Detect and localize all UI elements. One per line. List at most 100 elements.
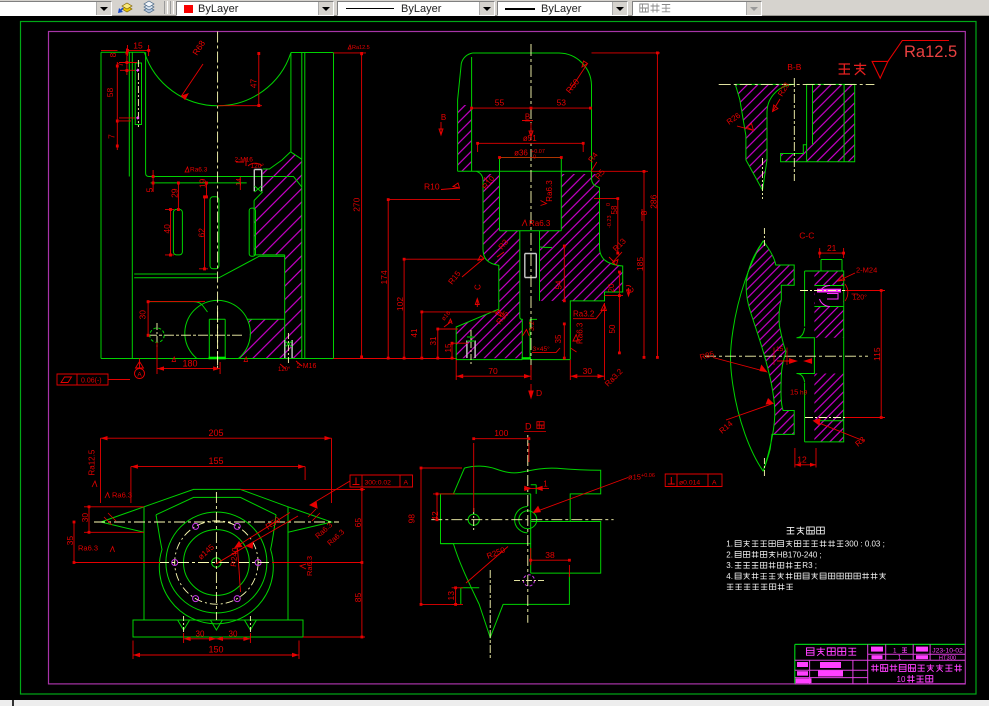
svg-text:HT300: HT300 [939, 655, 956, 661]
svg-text:5: 5 [145, 187, 155, 192]
svg-text:2-M24: 2-M24 [856, 266, 877, 275]
svg-text:1: 1 [893, 647, 897, 654]
svg-text:Ra6.3: Ra6.3 [529, 219, 551, 228]
svg-text:Ra6.3: Ra6.3 [190, 167, 208, 174]
svg-text:h9: h9 [800, 390, 808, 397]
svg-text:98: 98 [407, 514, 417, 524]
svg-text:A: A [137, 371, 142, 378]
svg-text:15: 15 [133, 41, 143, 51]
svg-text:-0.23: -0.23 [607, 215, 613, 228]
svg-text:30: 30 [138, 310, 148, 320]
svg-text:C: C [627, 287, 636, 293]
svg-text:C: C [474, 284, 483, 290]
svg-text:155: 155 [208, 456, 223, 466]
svg-text:30: 30 [583, 366, 593, 376]
svg-text:R3 ;: R3 ; [802, 561, 817, 570]
svg-text:ø36: ø36 [514, 149, 528, 158]
svg-text:ø0.014: ø0.014 [679, 479, 700, 486]
svg-text:30: 30 [80, 513, 90, 523]
svg-text:Ra6.3: Ra6.3 [305, 556, 314, 576]
svg-text:0: 0 [606, 203, 612, 206]
svg-text:120°: 120° [251, 162, 265, 170]
svg-text:20: 20 [607, 283, 616, 292]
svg-text:3.2: 3.2 [529, 321, 536, 331]
svg-text:Ra12.5: Ra12.5 [87, 449, 96, 475]
svg-text:0: 0 [533, 155, 536, 161]
svg-text:HB170-240 ;: HB170-240 ; [777, 550, 822, 559]
svg-text:55: 55 [495, 98, 505, 108]
svg-text:41: 41 [410, 328, 419, 337]
svg-text:30: 30 [196, 630, 205, 639]
svg-text:205: 205 [208, 428, 223, 438]
svg-text:D: D [536, 388, 542, 398]
svg-text:Ra6.3: Ra6.3 [545, 180, 554, 202]
svg-text:12: 12 [797, 455, 807, 465]
svg-text:8: 8 [108, 52, 118, 57]
svg-text:180: 180 [182, 359, 197, 369]
svg-text:A: A [404, 480, 409, 487]
svg-text:A: A [712, 479, 717, 486]
svg-text:Ra6.3: Ra6.3 [112, 491, 132, 500]
svg-text:ø15: ø15 [628, 473, 641, 482]
svg-text:47: 47 [249, 79, 259, 89]
svg-text:C-C: C-C [799, 231, 814, 241]
svg-text:21: 21 [827, 243, 837, 253]
svg-text:3.: 3. [726, 561, 733, 570]
svg-text:54: 54 [555, 280, 564, 289]
svg-text:150: 150 [208, 645, 223, 655]
svg-text:286: 286 [648, 194, 658, 208]
svg-text:1.: 1. [726, 540, 733, 549]
svg-text:4.: 4. [726, 572, 733, 581]
svg-text:Ra12.5: Ra12.5 [904, 43, 957, 61]
svg-text:1: 1 [898, 655, 902, 662]
svg-text:15: 15 [444, 343, 453, 352]
svg-text:38: 38 [545, 550, 555, 560]
svg-text:2-M16: 2-M16 [297, 363, 317, 370]
svg-text:2.: 2. [726, 550, 733, 559]
svg-text:7: 7 [107, 134, 117, 139]
svg-text:Ra6.3: Ra6.3 [576, 322, 585, 344]
svg-text:42: 42 [430, 511, 440, 521]
svg-text:120°: 120° [278, 367, 291, 373]
svg-text:13: 13 [446, 591, 456, 601]
svg-text:174: 174 [379, 270, 389, 284]
svg-text:Ra3.2: Ra3.2 [573, 310, 595, 319]
svg-text:Ra12.5: Ra12.5 [352, 45, 370, 51]
svg-text:120°: 120° [853, 294, 868, 302]
svg-text:270: 270 [352, 197, 362, 211]
svg-text:102: 102 [395, 297, 405, 311]
svg-text:15: 15 [776, 346, 784, 353]
svg-text:300:0.02: 300:0.02 [365, 480, 392, 487]
svg-text:300 : 0.03 ;: 300 : 0.03 ; [845, 540, 885, 549]
svg-text:D: D [525, 422, 532, 432]
svg-text:65: 65 [353, 518, 363, 528]
svg-text:58: 58 [105, 88, 115, 98]
svg-text:10: 10 [897, 675, 906, 684]
svg-text:70: 70 [488, 366, 498, 376]
svg-text:R240: R240 [229, 547, 240, 567]
svg-text:+0.06: +0.06 [641, 473, 655, 479]
svg-text:0.06(-): 0.06(-) [81, 378, 102, 385]
svg-text:7: 7 [115, 62, 125, 67]
svg-text:35: 35 [554, 334, 563, 343]
svg-text:B: B [525, 113, 530, 122]
svg-text:31: 31 [429, 336, 438, 345]
svg-text:115: 115 [872, 347, 882, 361]
svg-text:Ra6.3: Ra6.3 [78, 544, 98, 553]
svg-text:62: 62 [197, 228, 207, 238]
svg-text:15: 15 [790, 388, 798, 397]
svg-text:B-B: B-B [787, 62, 802, 72]
svg-text:29: 29 [170, 188, 180, 198]
svg-text:J23-10-02: J23-10-02 [932, 648, 963, 655]
svg-text:35: 35 [65, 536, 75, 546]
svg-text:30: 30 [229, 630, 238, 639]
svg-text:50: 50 [608, 324, 617, 333]
svg-text:100: 100 [494, 428, 508, 438]
svg-text:85: 85 [353, 593, 363, 603]
svg-text:53: 53 [557, 98, 567, 108]
svg-text:185: 185 [635, 257, 645, 271]
svg-text:1: 1 [543, 479, 548, 488]
svg-text:3×45°: 3×45° [533, 345, 551, 353]
svg-text:40: 40 [162, 224, 172, 234]
svg-text:8: 8 [640, 210, 649, 215]
